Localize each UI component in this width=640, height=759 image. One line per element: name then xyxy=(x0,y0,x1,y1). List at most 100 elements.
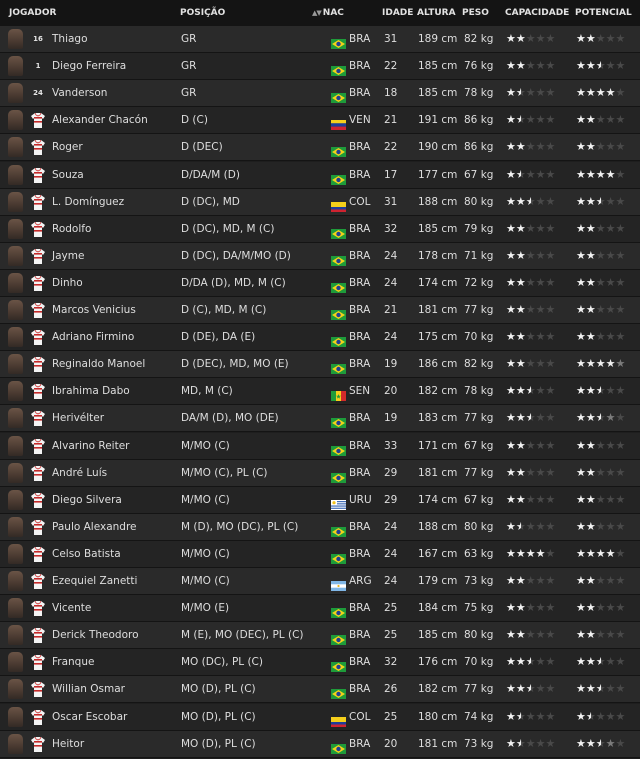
player-name[interactable]: Willian Osmar xyxy=(52,676,125,702)
squad-table: JOGADOR POSIÇÃO ▲▼ NAC IDADE ALTURA PESO … xyxy=(0,0,640,759)
player-name[interactable]: Rodolfo xyxy=(52,216,91,242)
ability-stars: ★★★★★ xyxy=(506,378,555,404)
star-icon: ★ xyxy=(615,275,626,289)
table-row[interactable]: Rodolfo D (DC), MD, M (C) BRA 32 185 cm 79 kg… xyxy=(0,215,640,243)
star-icon: ★ xyxy=(525,221,536,235)
flag-icon xyxy=(331,739,346,754)
star-icon: ★ xyxy=(615,303,626,316)
table-row[interactable]: 16 Thiago GR BRA 31 189 cm 82 kg ★★★★★ ★★★★★ xyxy=(0,26,640,53)
table-row[interactable]: Dinho D/DA (D), MD, M (C) BRA 24 174 cm 72 kg… xyxy=(0,269,640,297)
col-potential[interactable]: POTENCIAL xyxy=(575,0,632,26)
flag-icon xyxy=(331,386,346,402)
star-icon: ★ xyxy=(605,438,616,452)
shirt-icon xyxy=(31,275,45,291)
player-name[interactable]: L. Domínguez xyxy=(52,189,124,215)
player-name[interactable]: Diego Silvera xyxy=(52,487,122,513)
table-row[interactable]: Willian Osmar MO (D), PL (C) BRA 26 182 cm 77… xyxy=(0,676,640,704)
ability-stars: ★★★★★ xyxy=(506,351,555,377)
table-row[interactable]: Alexander Chacón D (C) VEN 21 191 cm 86 kg ★★★… xyxy=(0,107,640,135)
player-name[interactable]: Vicente xyxy=(52,595,91,621)
player-name[interactable]: Adriano Firmino xyxy=(52,324,134,350)
table-row[interactable]: Souza D/DA/M (D) BRA 17 177 cm 67 kg ★★★★★ ★★★★… xyxy=(0,161,640,189)
player-name[interactable]: Roger xyxy=(52,134,83,160)
table-row[interactable]: Alvarino Reiter M/MO (C) BRA 33 171 cm 67 kg ★… xyxy=(0,432,640,460)
shirt-icon xyxy=(31,492,45,508)
star-icon: ★ xyxy=(506,275,516,289)
star-icon: ★ xyxy=(585,384,596,398)
player-name[interactable]: Ibrahima Dabo xyxy=(52,378,130,404)
col-position[interactable]: POSIÇÃO xyxy=(180,0,225,26)
col-age[interactable]: IDADE xyxy=(382,0,413,26)
table-row[interactable]: Oscar Escobar MO (D), PL (C) COL 25 180 cm 74… xyxy=(0,703,640,731)
table-row[interactable]: Franque MO (DC), PL (C) BRA 32 176 cm 70 kg ★★… xyxy=(0,649,640,677)
star-icon: ★ xyxy=(576,248,586,262)
player-position: MD, M (C) xyxy=(181,385,233,398)
player-name[interactable]: Jayme xyxy=(52,243,84,269)
player-name[interactable]: Marcos Venicius xyxy=(52,297,136,323)
player-name[interactable]: Heitor xyxy=(52,731,84,757)
player-name[interactable]: Alexander Chacón xyxy=(52,107,148,133)
squad-number: 24 xyxy=(33,89,43,98)
star-icon: ★ xyxy=(615,628,626,642)
table-row[interactable]: Ezequiel Zanetti M/MO (C) ARG 24 179 cm 73 kg… xyxy=(0,568,640,595)
player-face-icon xyxy=(8,408,23,429)
shirt-icon xyxy=(31,709,45,725)
player-name[interactable]: Dinho xyxy=(52,270,83,296)
player-name[interactable]: Souza xyxy=(52,162,84,188)
player-name[interactable]: Ezequiel Zanetti xyxy=(52,568,137,594)
player-weight: 67 kg xyxy=(464,493,494,506)
player-name[interactable]: Franque xyxy=(52,649,94,675)
table-row[interactable]: André Luís M/MO (C), PL (C) BRA 29 181 cm 77 … xyxy=(0,459,640,487)
player-face-icon xyxy=(8,300,23,320)
star-icon: ★ xyxy=(595,248,606,262)
table-row[interactable]: Herivélter DA/M (D), MO (DE) BRA 19 183 cm 77… xyxy=(0,405,640,433)
player-name[interactable]: Vanderson xyxy=(52,80,107,106)
player-name[interactable]: Celso Batista xyxy=(52,541,121,567)
table-row[interactable]: Vicente M/MO (E) BRA 25 184 cm 75 kg ★★★★★ ★★★★… xyxy=(0,595,640,623)
table-row[interactable]: Reginaldo Manoel D (DEC), MD, MO (E) BRA 19… xyxy=(0,351,640,379)
shirt-icon xyxy=(31,736,45,752)
ability-stars: ★★★★★ xyxy=(506,107,555,133)
player-weight: 80 kg xyxy=(464,629,494,642)
table-row[interactable]: Celso Batista M/MO (C) BRA 24 167 cm 63 kg ★★★… xyxy=(0,540,640,568)
col-nat[interactable]: ▲▼ NAC xyxy=(312,0,344,26)
col-weight[interactable]: PESO xyxy=(462,0,489,26)
table-row[interactable]: Ibrahima Dabo MD, M (C) SEN 20 182 cm 78 kg ★★… xyxy=(0,378,640,406)
table-row[interactable]: Roger D (DEC) BRA 22 190 cm 86 kg ★★★★★ ★★★★★ xyxy=(0,134,640,162)
star-icon: ★ xyxy=(605,411,616,425)
table-row[interactable]: Derick Theodoro M (E), MO (DEC), PL (C) BR… xyxy=(0,622,640,650)
table-row[interactable]: Marcos Venicius D (C), MD, M (C) BRA 21 181 … xyxy=(0,297,640,324)
star-icon: ★ xyxy=(585,86,596,100)
flag-icon xyxy=(331,657,346,673)
table-row[interactable]: Diego Silvera M/MO (C) URU 29 174 cm 67 kg ★★★… xyxy=(0,486,640,514)
player-position: MO (D), PL (C) xyxy=(181,710,256,723)
col-height[interactable]: ALTURA xyxy=(417,0,456,26)
table-row[interactable]: L. Domínguez D (DC), MD COL 31 188 cm 80 kg ★★… xyxy=(0,188,640,216)
player-name[interactable]: Reginaldo Manoel xyxy=(52,351,145,377)
player-name[interactable]: Oscar Escobar xyxy=(52,704,127,730)
table-row[interactable]: Heitor MO (D), PL (C) BRA 20 181 cm 73 kg ★★★★… xyxy=(0,730,640,758)
player-name[interactable]: Thiago xyxy=(52,26,88,52)
player-name[interactable]: Derick Theodoro xyxy=(52,622,139,648)
player-name[interactable]: Alvarino Reiter xyxy=(52,433,130,459)
table-row[interactable]: 24 Vanderson GR BRA 18 185 cm 78 kg ★★★★★ ★★★★★ xyxy=(0,80,640,108)
star-icon: ★ xyxy=(585,709,596,723)
star-icon: ★ xyxy=(515,655,526,669)
ability-stars: ★★★★★ xyxy=(506,189,555,215)
table-row[interactable]: 1 Diego Ferreira GR BRA 22 185 cm 76 kg ★★★★★ ★★… xyxy=(0,53,640,81)
col-player[interactable]: JOGADOR xyxy=(9,0,56,26)
player-face-icon xyxy=(8,435,23,456)
table-row[interactable]: Paulo Alexandre M (D), MO (DC), PL (C) BRA… xyxy=(0,513,640,541)
table-row[interactable]: Jayme D (DC), DA/M/MO (D) BRA 24 178 cm 71 kg… xyxy=(0,242,640,270)
player-position: M (D), MO (DC), PL (C) xyxy=(181,520,299,533)
col-ability[interactable]: CAPACIDADE xyxy=(505,0,569,26)
player-name[interactable]: André Luís xyxy=(52,460,107,486)
potential-stars: ★★★★★ xyxy=(576,541,625,567)
star-icon: ★ xyxy=(585,438,596,452)
player-name[interactable]: Paulo Alexandre xyxy=(52,514,137,540)
player-name[interactable]: Diego Ferreira xyxy=(52,53,126,79)
potential-stars: ★★★★★ xyxy=(576,514,625,540)
player-name[interactable]: Herivélter xyxy=(52,405,104,431)
player-face-icon xyxy=(8,83,23,104)
table-row[interactable]: Adriano Firmino D (DE), DA (E) BRA 24 175 cm… xyxy=(0,324,640,352)
